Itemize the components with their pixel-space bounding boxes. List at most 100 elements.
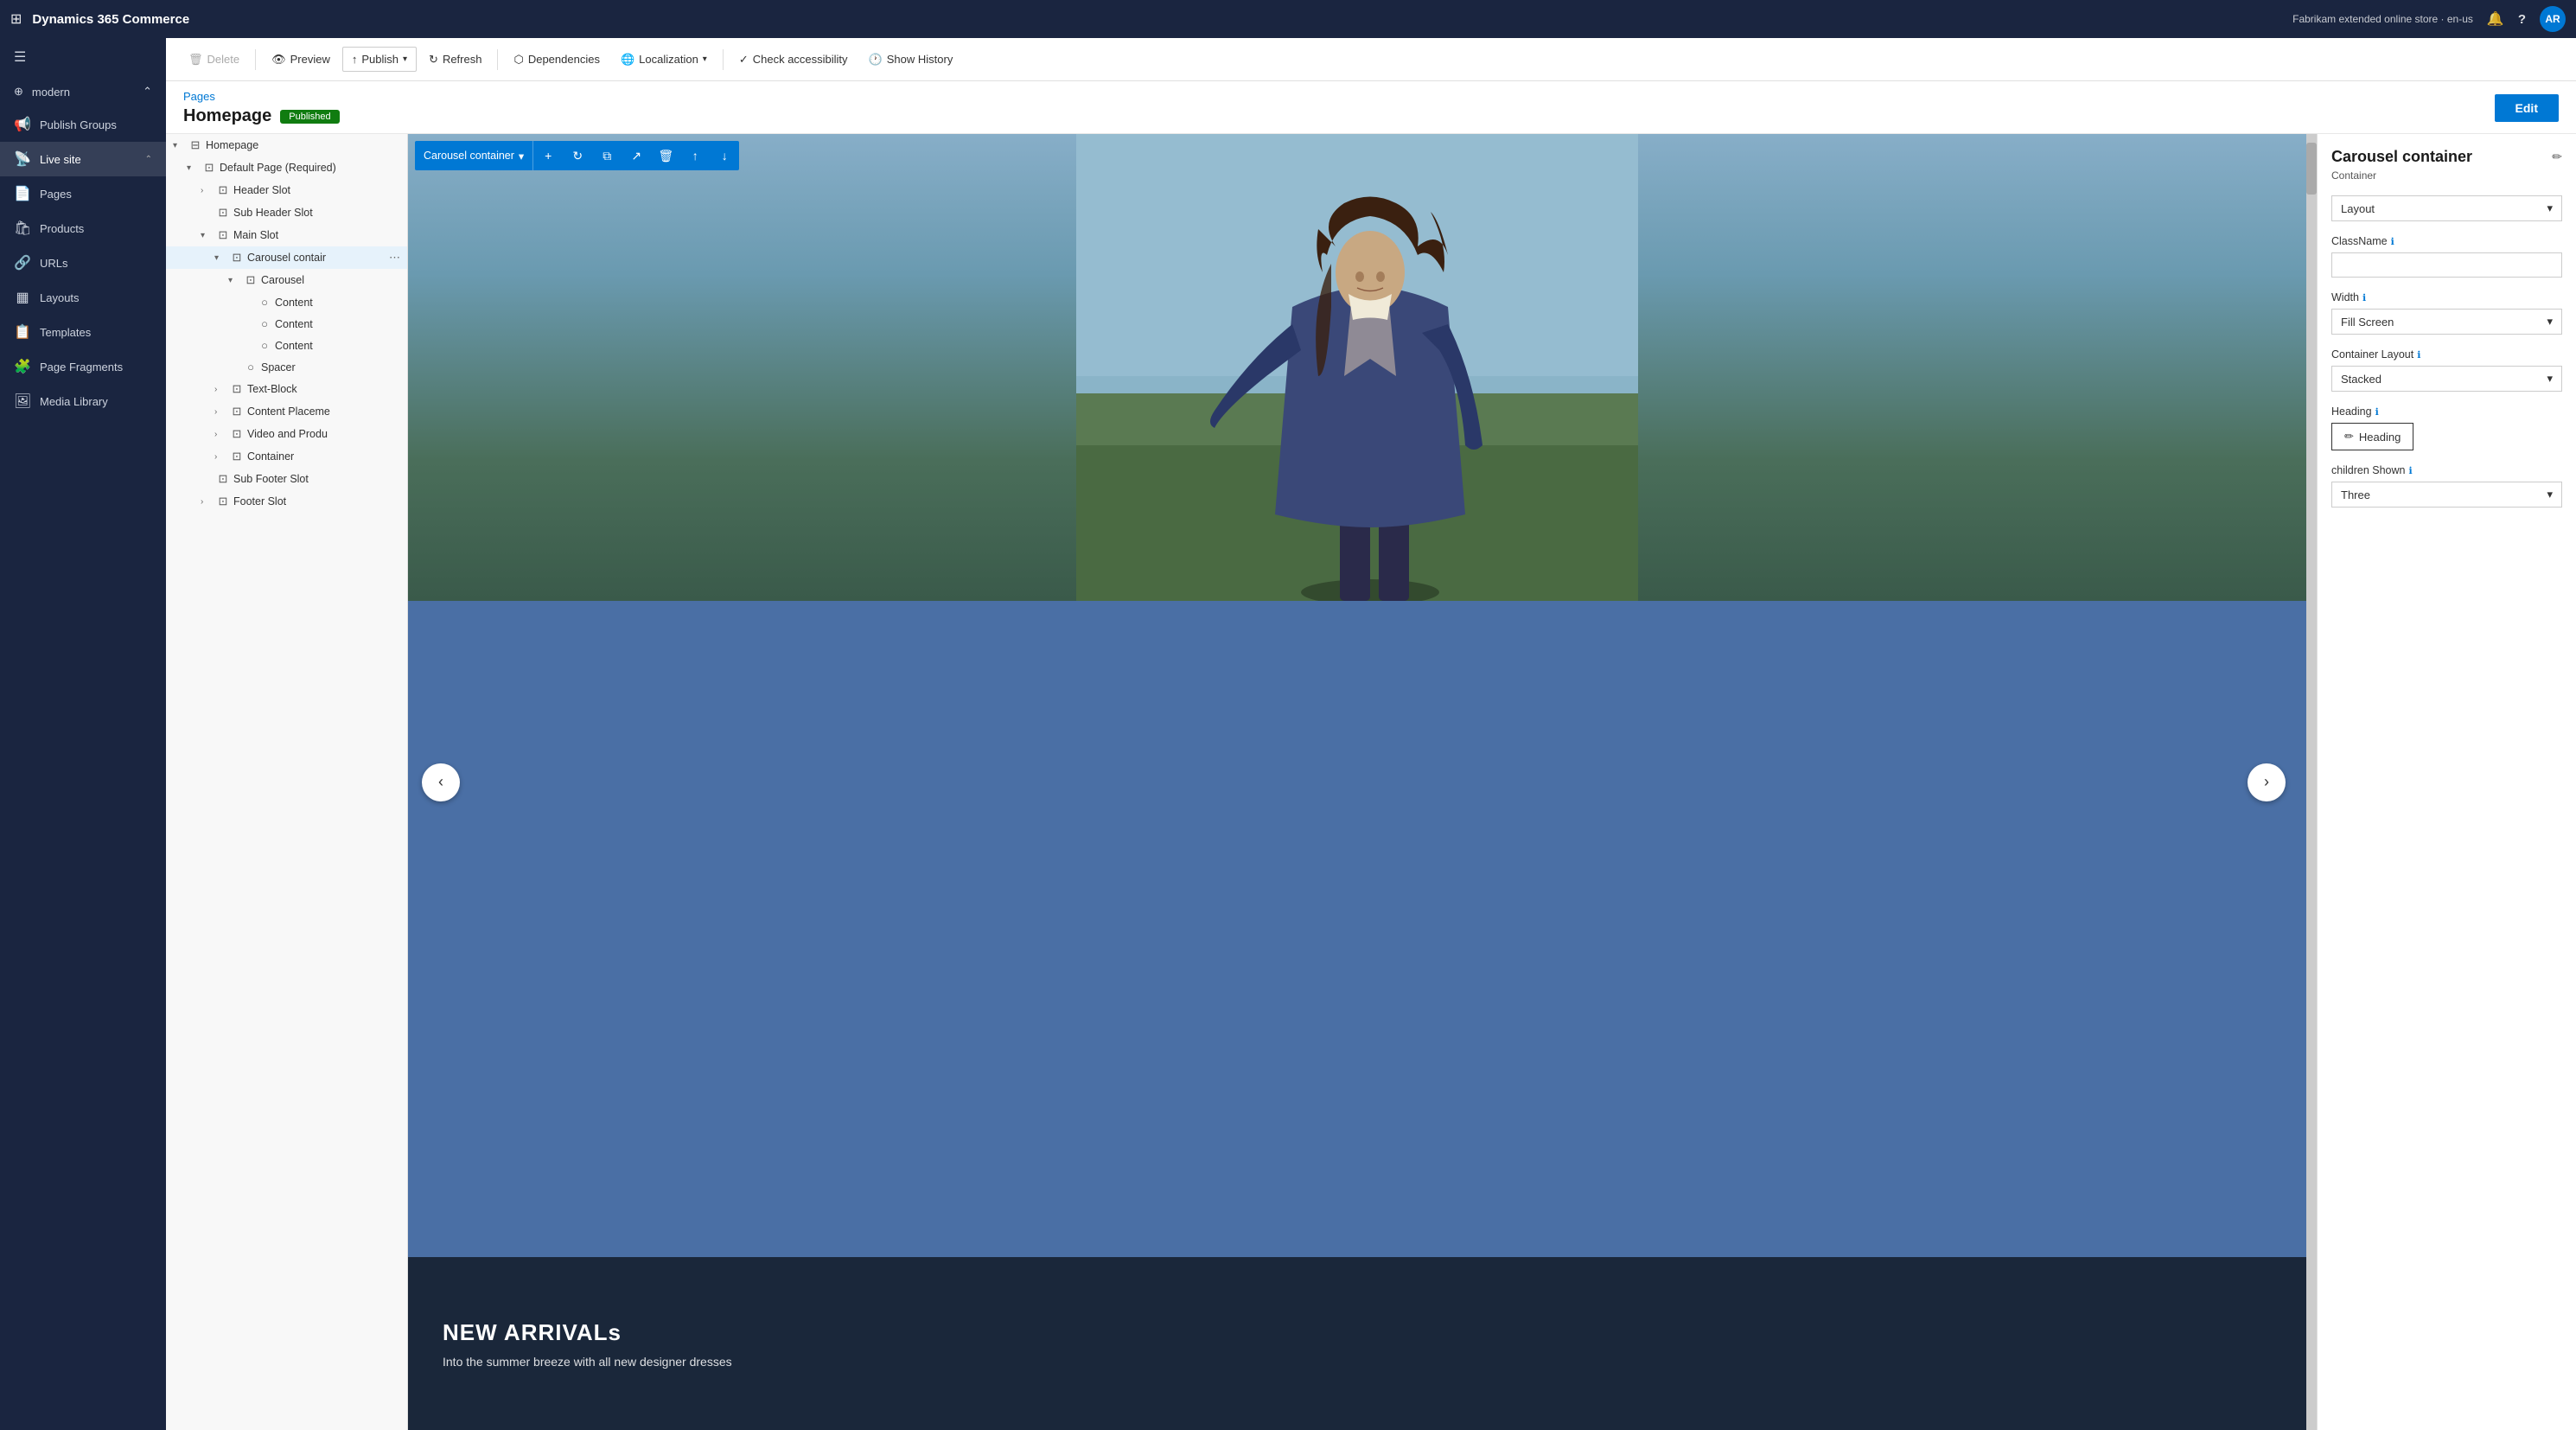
canvas-delete-button[interactable]: 🗑 [651,141,680,170]
children-shown-dropdown-icon: ▾ [2547,488,2553,501]
container-layout-info-icon[interactable]: ℹ [2417,349,2420,361]
canvas-add-button[interactable]: + [533,141,563,170]
layout-dropdown-icon: ▾ [2547,201,2553,215]
content-area: 🗑 Delete 👁 Preview ↑ Publish ▾ ↻ Refresh… [166,38,2576,1430]
container-layout-value: Stacked [2341,373,2382,386]
layout-dropdown[interactable]: Layout ▾ [2331,195,2562,221]
sidebar-item-label-urls: URLs [40,257,68,270]
tree-item-content-2[interactable]: › ○ Content [166,313,407,335]
sidebar-item-urls[interactable]: 🔗 URLs [0,246,166,280]
chevron-icon: › [214,385,226,394]
sidebar-item-live-site[interactable]: 📡 Live site ⌃ [0,142,166,176]
top-nav: ⊞ Dynamics 365 Commerce Fabrikam extende… [0,0,2576,38]
sidebar-item-products[interactable]: 🛍 Products [0,211,166,246]
sidebar-item-pages[interactable]: 📄 Pages [0,176,166,211]
canvas-content: NEW ARRIVALs Into the summer breeze with… [408,134,2306,1430]
sidebar-item-templates[interactable]: 📋 Templates [0,315,166,349]
width-dropdown[interactable]: Fill Screen ▾ [2331,309,2562,335]
carousel-nav-left-button[interactable]: ‹ [422,763,460,801]
sidebar-item-layouts[interactable]: ▦ Layouts [0,280,166,315]
width-info-icon[interactable]: ℹ [2362,292,2366,303]
tree-item-default-page[interactable]: ▾ ⊡ Default Page (Required) [166,156,407,179]
preview-button[interactable]: 👁 Preview [263,48,339,72]
tree-item-homepage[interactable]: ▾ ⊟ Homepage [166,134,407,156]
canvas-export-button[interactable]: ↗ [622,141,651,170]
sidebar-item-publish-groups[interactable]: 📢 Publish Groups [0,107,166,142]
grid-icon[interactable]: ⊞ [10,10,22,28]
classname-prop-group: ClassName ℹ [2331,235,2562,278]
tree-item-label: Homepage [206,139,400,151]
canvas-toolbar-label-text: Carousel container [424,150,514,162]
classname-info-icon[interactable]: ℹ [2391,236,2394,247]
products-icon: 🛍 [14,220,31,237]
tree-item-main-slot[interactable]: ▾ ⊡ Main Slot [166,224,407,246]
page-node-icon: ⊟ [188,138,202,152]
tree-item-content-1[interactable]: › ○ Content [166,291,407,313]
content-icon: ○ [258,296,271,309]
heading-button[interactable]: ✏ Heading [2331,423,2413,450]
refresh-button[interactable]: ↻ Refresh [420,48,490,72]
right-panel-title: Carousel container [2331,148,2472,166]
more-icon[interactable]: ⋯ [389,251,400,265]
heading-btn-icon: ✏ [2344,430,2354,444]
canvas-refresh-button[interactable]: ↻ [563,141,592,170]
tree-item-video-products[interactable]: › ⊡ Video and Produ [166,423,407,445]
children-shown-dropdown[interactable]: Three ▾ [2331,482,2562,508]
right-panel: Carousel container ✏ Container Layout ▾ … [2317,134,2576,1430]
slot-icon: ⊡ [216,495,230,508]
children-shown-info-icon[interactable]: ℹ [2408,465,2412,476]
tree-item-header-slot[interactable]: › ⊡ Header Slot [166,179,407,201]
history-icon: 🕐 [869,53,883,67]
bell-icon[interactable]: 🔔 [2487,10,2504,28]
slot-icon: ⊡ [230,405,244,418]
tree-item-content-placement[interactable]: › ⊡ Content Placeme [166,400,407,423]
right-panel-title-row: Carousel container ✏ [2331,148,2562,166]
check-accessibility-button[interactable]: ✓ Check accessibility [730,48,857,72]
tree-item-label: Text-Block [247,383,400,395]
breadcrumb[interactable]: Pages [183,90,340,103]
show-history-button[interactable]: 🕐 Show History [860,48,962,72]
sidebar-item-media-library[interactable]: 🖼 Media Library [0,384,166,418]
publish-dropdown-icon: ▾ [403,54,407,64]
tree-item-sub-footer-slot[interactable]: › ⊡ Sub Footer Slot [166,468,407,490]
edit-button[interactable]: Edit [2495,94,2559,122]
tree-item-carousel[interactable]: ▾ ⊡ Carousel [166,269,407,291]
avatar[interactable]: AR [2540,6,2566,32]
urls-icon: 🔗 [14,254,31,271]
tree-item-spacer[interactable]: › ○ Spacer [166,356,407,378]
localization-button[interactable]: 🌐 Localization ▾ [612,48,716,72]
container-layout-dropdown[interactable]: Stacked ▾ [2331,366,2562,392]
page-fragments-icon: 🧩 [14,358,31,375]
page-header: Pages Homepage Published Edit [166,81,2576,134]
tree-item-content-3[interactable]: › ○ Content [166,335,407,356]
canvas-up-button[interactable]: ↑ [680,141,710,170]
tree-item-carousel-container[interactable]: ▾ ⊡ Carousel contair ⋯ [166,246,407,269]
right-panel-edit-icon[interactable]: ✏ [2552,150,2562,164]
sidebar-toggle[interactable]: ☰ [0,38,166,76]
delete-button[interactable]: 🗑 Delete [180,48,248,72]
toolbar-sep-1 [255,49,256,70]
tree-item-label: Container [247,450,400,463]
canvas-toolbar-dropdown-icon[interactable]: ▾ [519,150,524,163]
tree-item-text-block[interactable]: › ⊡ Text-Block [166,378,407,400]
fashion-image [408,134,2306,601]
sidebar-item-page-fragments[interactable]: 🧩 Page Fragments [0,349,166,384]
tree-item-footer-slot[interactable]: › ⊡ Footer Slot [166,490,407,513]
tree-item-sub-header-slot[interactable]: › ⊡ Sub Header Slot [166,201,407,224]
sidebar-item-modern[interactable]: ⊕ modern ⌃ [0,76,166,107]
dependencies-button[interactable]: ⬡ Dependencies [505,48,608,72]
container-layout-label: Container Layout ℹ [2331,348,2562,361]
heading-info-icon[interactable]: ℹ [2375,406,2379,418]
canvas-scrollbar[interactable] [2306,134,2317,1430]
slot-icon: ⊡ [216,183,230,197]
canvas-down-button[interactable]: ↓ [710,141,739,170]
classname-input[interactable] [2331,252,2562,278]
width-dropdown-icon: ▾ [2547,315,2553,329]
canvas-copy-button[interactable]: ⧉ [592,141,622,170]
help-icon[interactable]: ? [2518,12,2526,27]
tree-item-container[interactable]: › ⊡ Container [166,445,407,468]
publish-button[interactable]: ↑ Publish ▾ [342,47,417,72]
publish-icon: ↑ [352,53,358,66]
app-title: Dynamics 365 Commerce [32,12,189,27]
carousel-nav-right-button[interactable]: › [2248,763,2286,801]
